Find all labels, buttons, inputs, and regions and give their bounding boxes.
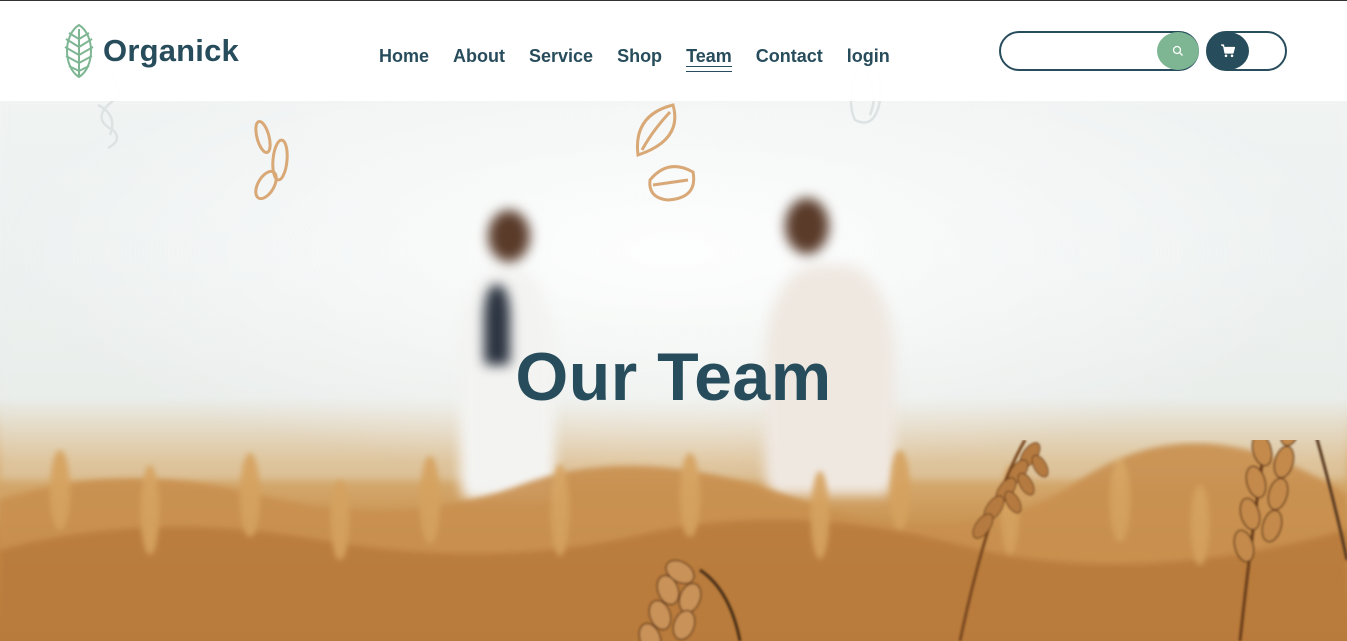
cart-icon-badge — [1207, 32, 1249, 70]
leaf-logo-icon — [64, 23, 94, 79]
cart-button[interactable] — [1206, 31, 1287, 71]
search-input[interactable] — [1015, 33, 1165, 69]
nav-shop[interactable]: Shop — [617, 46, 662, 67]
hero-wheat-field — [0, 378, 1347, 641]
seed-doodle-icon — [254, 119, 289, 201]
nav-contact[interactable]: Contact — [756, 46, 823, 67]
nav-team[interactable]: Team — [686, 46, 732, 72]
search-icon — [1172, 45, 1183, 56]
hero-title: Our Team — [515, 339, 832, 415]
cart-icon — [1221, 44, 1236, 58]
wheat-field-illustration — [0, 378, 1347, 641]
nav-home[interactable]: Home — [379, 46, 429, 67]
site-header: Organick Home About Service Shop Team Co… — [0, 1, 1347, 101]
nav-login[interactable]: login — [847, 46, 890, 67]
search-box — [999, 31, 1199, 71]
brand-name: Organick — [103, 33, 239, 68]
nav-about[interactable]: About — [453, 46, 505, 67]
brand-logo[interactable]: Organick — [61, 23, 239, 79]
main-nav: Home About Service Shop Team Contact log… — [379, 46, 914, 72]
almond-doodle-icon — [635, 103, 696, 202]
search-button[interactable] — [1157, 32, 1199, 70]
nav-service[interactable]: Service — [529, 46, 593, 67]
